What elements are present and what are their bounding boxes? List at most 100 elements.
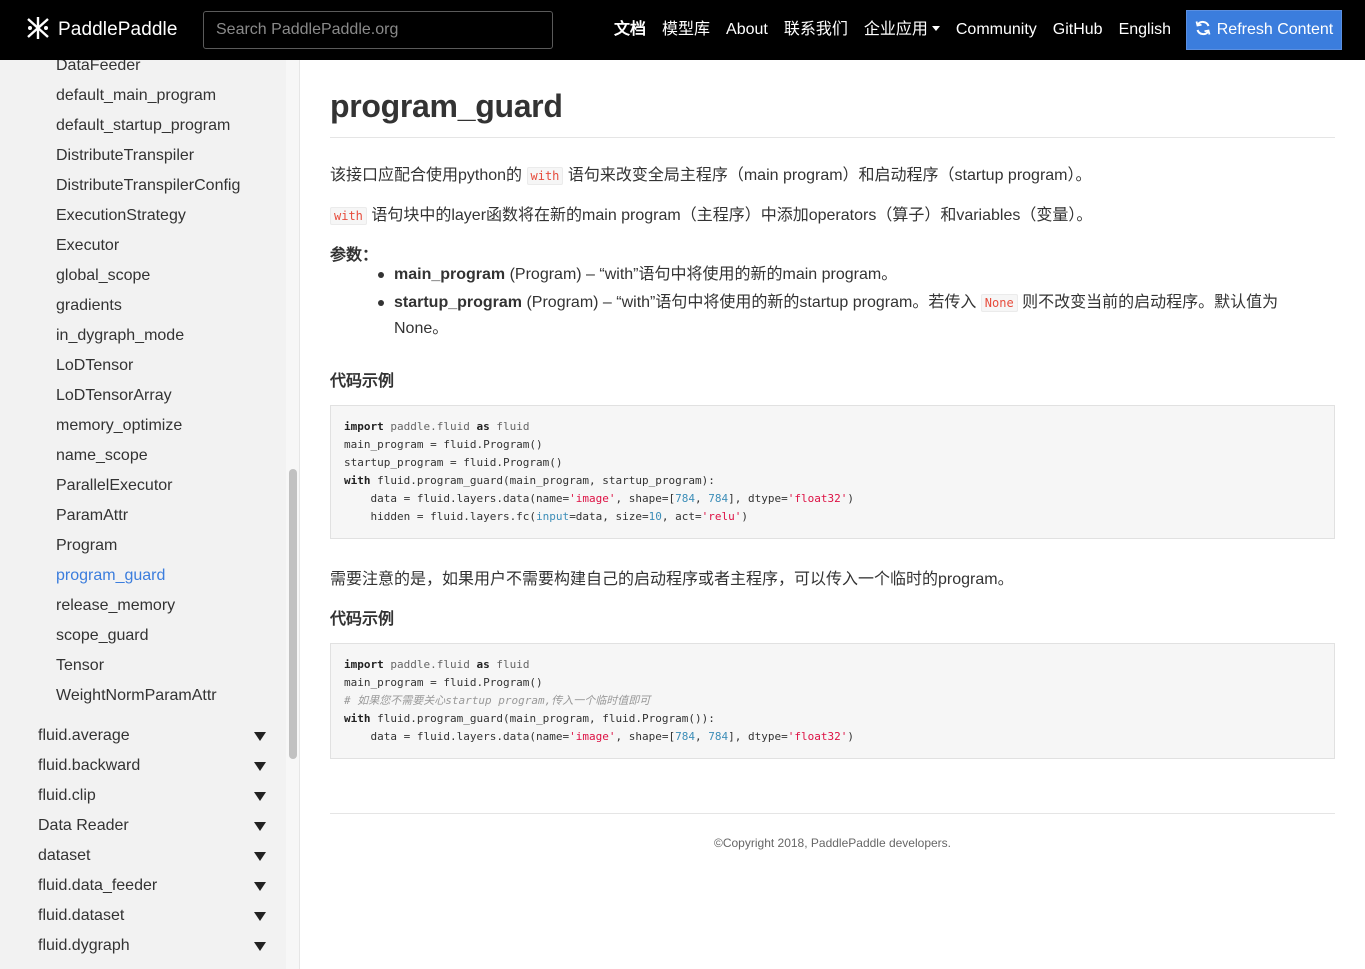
nav-language[interactable]: English — [1111, 0, 1179, 60]
sidebar-item[interactable]: name_scope — [56, 441, 240, 471]
note-paragraph: 需要注意的是，如果用户不需要构建自己的启动程序或者主程序，可以传入一个临时的pr… — [330, 571, 1014, 588]
expand-triangle-icon[interactable] — [254, 762, 266, 771]
code-line: fluid.program_guard(main_program, fluid.… — [370, 712, 715, 725]
footer-divider — [330, 813, 1335, 814]
code-text: ) — [741, 510, 749, 523]
code-keyword: import — [344, 658, 384, 671]
inline-code-none: None — [980, 294, 1018, 312]
title-divider — [330, 137, 1335, 138]
param-item: startup_program (Program) – “with”语句中将使用… — [378, 290, 1314, 342]
code-text: , shape=[ — [615, 492, 676, 505]
main-nav: 文档 模型库 About 联系我们 企业应用 Community GitHub … — [606, 0, 1179, 60]
sidebar-section-label: fluid.dygraph — [38, 937, 130, 954]
sidebar-item[interactable]: DistributeTranspilerConfig — [56, 171, 240, 201]
sidebar-section[interactable]: Data Reader — [38, 811, 270, 841]
sidebar-item-current[interactable]: program_guard — [56, 561, 240, 591]
sidebar-section-label: fluid.data_feeder — [38, 877, 158, 894]
copyright-text: ©Copyright 2018, PaddlePaddle developers… — [714, 836, 951, 850]
sidebar-item[interactable]: release_memory — [56, 591, 240, 621]
sidebar-item[interactable]: gradients — [56, 291, 240, 321]
example-heading: 代码示例 — [330, 611, 395, 628]
sidebar-item[interactable]: ExecutionStrategy — [56, 201, 240, 231]
sidebar-item[interactable]: ParamAttr — [56, 501, 240, 531]
sidebar-section[interactable]: fluid.dataset — [38, 901, 270, 931]
nav-enterprise-dropdown[interactable]: 企业应用 — [856, 0, 948, 60]
sidebar-item[interactable]: LoDTensorArray — [56, 381, 240, 411]
sidebar-item[interactable]: DistributeTranspiler — [56, 141, 240, 171]
code-string: 'float32' — [787, 492, 848, 505]
expand-triangle-icon[interactable] — [254, 882, 266, 891]
code-text: ], dtype= — [728, 492, 788, 505]
param-name: main_program — [394, 266, 506, 283]
sidebar-item[interactable]: LoDTensor — [56, 351, 240, 381]
search-input[interactable] — [203, 11, 553, 49]
expand-triangle-icon[interactable] — [254, 852, 266, 861]
brand-logo[interactable]: PaddlePaddle — [24, 15, 178, 45]
code-block-example-1[interactable]: import paddle.fluid as fluid main_progra… — [330, 405, 1335, 539]
sidebar-section[interactable]: fluid.data_feeder — [38, 871, 270, 901]
params-label: 参数： — [330, 247, 379, 264]
with-block-paragraph: with 语句块中的layer函数将在新的main program（主程序）中添… — [330, 201, 1092, 225]
nav-model-zoo[interactable]: 模型库 — [654, 0, 718, 60]
refresh-icon — [1195, 20, 1217, 41]
code-number: 784 — [675, 730, 696, 743]
code-text: ], dtype= — [728, 730, 788, 743]
code-string: 'float32' — [787, 730, 848, 743]
code-keyword: as — [476, 420, 490, 433]
expand-triangle-icon[interactable] — [254, 732, 266, 741]
expand-triangle-icon[interactable] — [254, 912, 266, 921]
intro-text-after: 语句来改变全局主程序（main program）和启动程序（startup pr… — [563, 167, 1092, 184]
code-comment: # 如果您不需要关心startup program,传入一个临时值即可 — [344, 694, 651, 707]
page-title: program_guard — [330, 88, 563, 124]
inline-code-with: with — [526, 167, 564, 185]
code-keyword: with — [344, 712, 371, 725]
param-desc: (Program) – “with”语句中将使用的新的main program。 — [505, 266, 898, 283]
sidebar-item[interactable]: memory_optimize — [56, 411, 240, 441]
expand-triangle-icon[interactable] — [254, 942, 266, 951]
nav-community[interactable]: Community — [948, 0, 1045, 60]
code-builtin: input — [536, 510, 570, 523]
sidebar-section-list: fluid.average fluid.backward fluid.clip … — [38, 721, 270, 961]
intro-text-before: 该接口应配合使用python的 — [330, 167, 527, 184]
sidebar-item[interactable]: WeightNormParamAttr — [56, 681, 240, 711]
code-number: 784 — [675, 492, 696, 505]
code-text: , shape=[ — [615, 730, 676, 743]
intro-paragraph: 该接口应配合使用python的 with 语句来改变全局主程序（main pro… — [330, 161, 1092, 185]
nav-about[interactable]: About — [718, 0, 776, 60]
expand-triangle-icon[interactable] — [254, 822, 266, 831]
sidebar-section[interactable]: fluid.dygraph — [38, 931, 270, 961]
code-number: 10 — [648, 510, 662, 523]
sidebar-scrollbar-thumb[interactable] — [289, 469, 297, 759]
inline-code-with: with — [330, 207, 367, 225]
code-text: , — [695, 492, 709, 505]
sidebar-item[interactable]: scope_guard — [56, 621, 240, 651]
code-keyword: import — [344, 420, 384, 433]
sidebar-item[interactable]: Tensor — [56, 651, 240, 681]
expand-triangle-icon[interactable] — [254, 792, 266, 801]
sidebar-item[interactable]: Program — [56, 531, 240, 561]
sidebar-item[interactable]: in_dygraph_mode — [56, 321, 240, 351]
code-line: main_program = fluid.Program() — [344, 438, 543, 451]
with-block-text: 语句块中的layer函数将在新的main program（主程序）中添加oper… — [366, 207, 1093, 224]
sidebar-item[interactable]: DataFeeder — [56, 60, 240, 81]
sidebar-item[interactable]: default_startup_program — [56, 111, 240, 141]
nav-enterprise-label: 企业应用 — [863, 21, 928, 38]
refresh-content-button[interactable]: Refresh Content — [1186, 10, 1342, 50]
sidebar-section[interactable]: dataset — [38, 841, 270, 871]
nav-docs[interactable]: 文档 — [606, 0, 654, 60]
sidebar-section[interactable]: fluid.clip — [38, 781, 270, 811]
sidebar-item[interactable]: Executor — [56, 231, 240, 261]
sidebar-section[interactable]: fluid.backward — [38, 751, 270, 781]
code-text: , act= — [661, 510, 702, 523]
code-module: paddle.fluid — [383, 420, 477, 433]
sidebar-section[interactable]: fluid.average — [38, 721, 270, 751]
nav-github[interactable]: GitHub — [1045, 0, 1111, 60]
sidebar-item[interactable]: ParallelExecutor — [56, 471, 240, 501]
params-list: main_program (Program) – “with”语句中将使用的新的… — [378, 262, 1314, 344]
sidebar-item[interactable]: global_scope — [56, 261, 240, 291]
code-text: data = fluid.layers.data(name= — [344, 492, 570, 505]
sidebar-section-label: fluid.dataset — [38, 907, 125, 924]
code-block-example-2[interactable]: import paddle.fluid as fluid main_progra… — [330, 643, 1335, 759]
nav-contact[interactable]: 联系我们 — [776, 0, 856, 60]
sidebar-item[interactable]: default_main_program — [56, 81, 240, 111]
